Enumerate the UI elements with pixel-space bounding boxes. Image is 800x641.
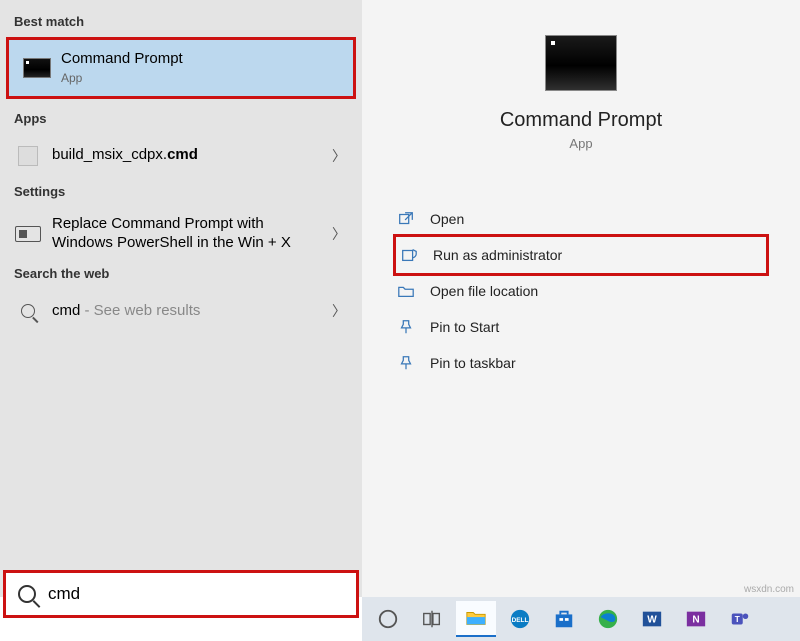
result-subtitle: App: [61, 71, 343, 86]
search-results-panel: Best match Command Prompt App Apps build…: [0, 0, 362, 597]
cmd-large-icon: [545, 35, 617, 91]
best-match-header: Best match: [0, 10, 362, 35]
task-view-icon[interactable]: [412, 601, 452, 637]
web-header: Search the web: [0, 262, 362, 287]
cmd-icon: [23, 54, 51, 82]
action-run-admin[interactable]: Run as administrator: [399, 237, 763, 273]
result-web-cmd[interactable]: cmd - See web results 〉: [0, 287, 362, 335]
svg-text:DELL: DELL: [512, 617, 529, 624]
result-title: Command Prompt: [61, 50, 343, 69]
action-list: Open Run as administrator Open file loca…: [362, 201, 800, 381]
result-command-prompt[interactable]: Command Prompt App: [9, 40, 353, 96]
cortana-icon[interactable]: [368, 601, 408, 637]
search-icon: [14, 297, 42, 325]
settings-header: Settings: [0, 180, 362, 205]
result-replace-cmd-powershell[interactable]: Replace Command Prompt with Windows Powe…: [0, 205, 362, 263]
action-label: Open file location: [430, 283, 538, 299]
chevron-right-icon[interactable]: 〉: [326, 224, 352, 244]
search-input[interactable]: [48, 584, 344, 604]
svg-text:N: N: [692, 615, 699, 626]
preview-type: App: [569, 136, 592, 151]
taskbar: DELL W N T: [362, 597, 800, 641]
highlight-best-match: Command Prompt App: [6, 37, 356, 99]
open-icon: [396, 209, 416, 229]
onenote-icon[interactable]: N: [676, 601, 716, 637]
result-build-msix[interactable]: build_msix_cdpx.cmd 〉: [0, 132, 362, 180]
search-box[interactable]: [3, 570, 359, 618]
action-open[interactable]: Open: [396, 201, 766, 237]
edge-icon[interactable]: [588, 601, 628, 637]
preview-title: Command Prompt: [500, 109, 662, 132]
result-title: Replace Command Prompt with Windows Powe…: [52, 215, 326, 253]
apps-header: Apps: [0, 107, 362, 132]
web-suffix: - See web results: [80, 302, 200, 319]
highlight-run-admin: Run as administrator: [393, 234, 769, 276]
store-icon[interactable]: [544, 601, 584, 637]
pin-icon: [396, 353, 416, 373]
teams-icon[interactable]: T: [720, 601, 760, 637]
preview-panel: Command Prompt App Open Run as administr…: [362, 0, 800, 597]
svg-text:W: W: [647, 615, 657, 626]
watermark: wsxdn.com: [744, 584, 794, 595]
chevron-right-icon[interactable]: 〉: [326, 146, 352, 166]
file-explorer-icon[interactable]: [456, 601, 496, 637]
action-pin-start[interactable]: Pin to Start: [396, 309, 766, 345]
cmd-file-icon: [14, 142, 42, 170]
svg-text:T: T: [735, 615, 740, 624]
preview-card: Command Prompt App: [500, 20, 662, 151]
web-term: cmd: [52, 302, 80, 319]
dell-icon[interactable]: DELL: [500, 601, 540, 637]
word-icon[interactable]: W: [632, 601, 672, 637]
action-label: Pin to taskbar: [430, 355, 516, 371]
pin-icon: [396, 317, 416, 337]
action-label: Pin to Start: [430, 319, 499, 335]
search-icon: [18, 585, 36, 603]
folder-icon: [396, 281, 416, 301]
action-open-location[interactable]: Open file location: [396, 273, 766, 309]
toggle-icon: [14, 220, 42, 248]
action-label: Run as administrator: [433, 247, 562, 263]
shield-icon: [399, 245, 419, 265]
action-pin-taskbar[interactable]: Pin to taskbar: [396, 345, 766, 381]
result-title: build_msix_cdpx.cmd: [52, 146, 326, 165]
action-label: Open: [430, 211, 464, 227]
chevron-right-icon[interactable]: 〉: [326, 301, 352, 321]
